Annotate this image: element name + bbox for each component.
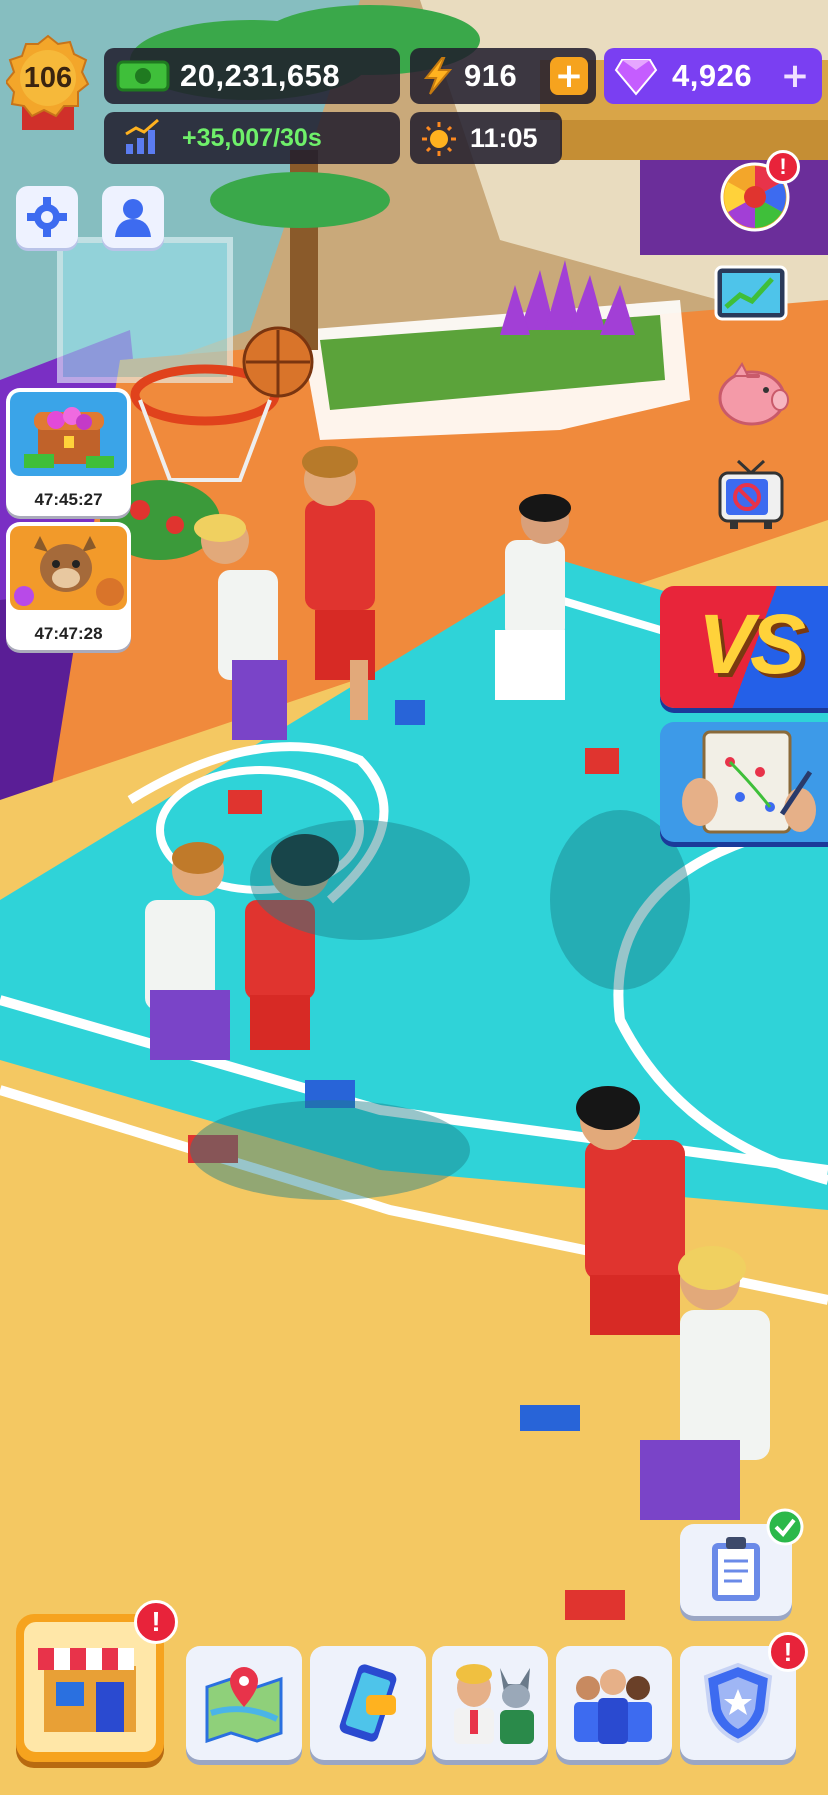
level-value: 106 (23, 62, 73, 94)
shop-icon (38, 1648, 136, 1732)
lightning-icon (423, 57, 453, 95)
clock-value: 11:05 (470, 123, 538, 153)
stats-board-icon (714, 265, 788, 321)
energy-counter: 916 + (410, 48, 596, 104)
wheel-alert-icon: ! (766, 150, 800, 184)
shield-badge-icon (703, 1662, 773, 1744)
gems-value: 4,926 (672, 58, 753, 93)
income-rate: +35,007/30s (104, 112, 400, 164)
shop-tile (24, 1622, 156, 1752)
energy-plus-button[interactable]: + (550, 57, 588, 95)
staff-icon (454, 1664, 534, 1744)
cash-icon (116, 60, 170, 92)
vs-battle-button[interactable]: VS (660, 586, 828, 708)
team-icon (574, 1669, 652, 1744)
piggy-bank-button[interactable] (712, 356, 790, 434)
treasure-chest-icon (10, 392, 127, 476)
mascot-gem-icon (10, 526, 127, 610)
gems-plus-button[interactable]: + (776, 57, 814, 95)
gear-icon (27, 197, 67, 237)
shop-alert-icon: ! (134, 1600, 178, 1644)
badge-alert-icon: ! (768, 1632, 808, 1672)
staff-button[interactable] (432, 1646, 548, 1760)
level-badge[interactable]: 106 (4, 34, 90, 134)
mascot-gem-event-card[interactable]: 47:47:28 (6, 522, 131, 650)
phone-icon (339, 1664, 397, 1742)
tactics-button[interactable] (660, 722, 828, 842)
gem-icon (614, 59, 658, 96)
piggy-bank-icon (718, 362, 789, 426)
phone-button[interactable] (310, 1646, 426, 1760)
energy-value: 916 (464, 58, 518, 93)
player-icon (115, 199, 151, 237)
clipboard-icon (712, 1537, 760, 1601)
map-icon (205, 1667, 283, 1743)
event-timer: 47:47:28 (34, 624, 103, 643)
event-timer: 47:45:27 (34, 490, 103, 509)
cash-value: 20,231,658 (180, 58, 341, 93)
cash-counter: 20,231,658 (104, 48, 400, 104)
treasure-chest-event-card[interactable]: 47:45:27 (6, 388, 131, 516)
map-button[interactable] (186, 1646, 302, 1760)
profile-button[interactable] (102, 186, 164, 248)
checkmark-icon (766, 1508, 804, 1546)
tactics-board-icon (682, 730, 816, 834)
game-clock: 11:05 (410, 112, 562, 164)
gems-counter: 4,926 + (604, 48, 822, 104)
stats-board-button[interactable] (712, 256, 790, 334)
income-chart-icon (125, 118, 159, 154)
sun-icon (422, 122, 456, 156)
settings-button[interactable] (16, 186, 78, 248)
no-ads-tv-icon (718, 459, 784, 529)
team-button[interactable] (556, 1646, 672, 1760)
income-rate-value: +35,007/30s (182, 124, 322, 152)
no-ads-tv-button[interactable] (712, 456, 790, 534)
vs-label: VS (698, 597, 806, 691)
